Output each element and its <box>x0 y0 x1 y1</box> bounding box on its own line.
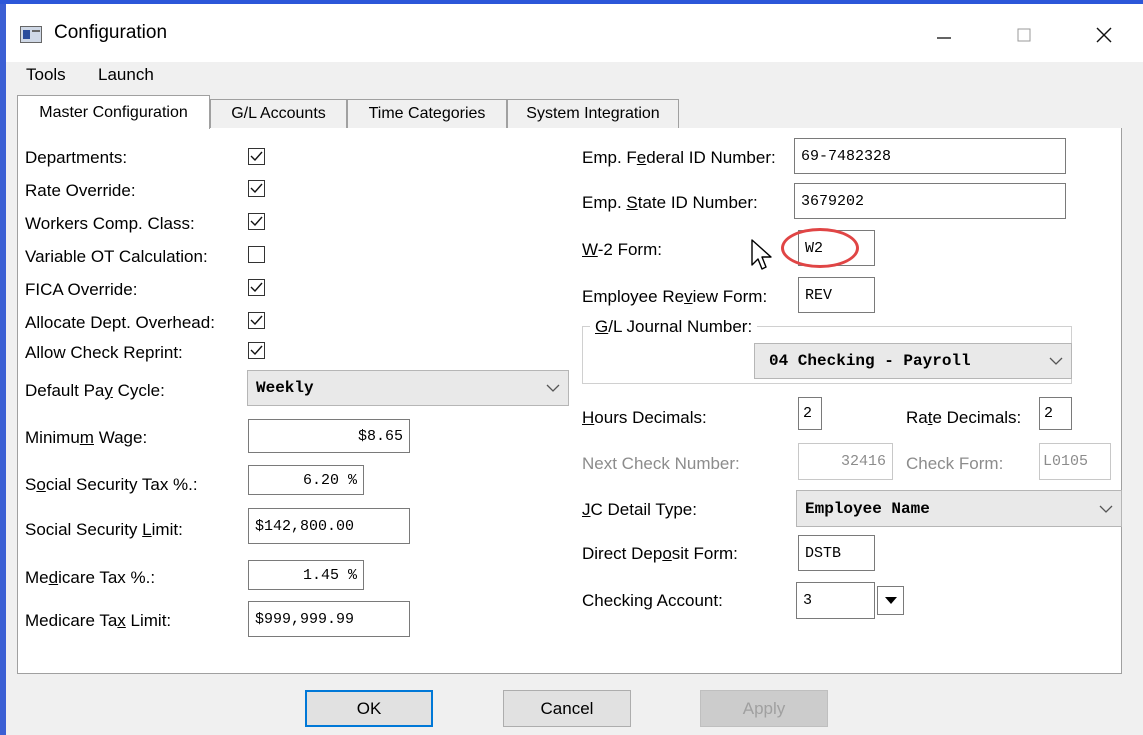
tab-master-configuration[interactable]: Master Configuration <box>17 95 210 129</box>
gl-journal-select[interactable]: 04 Checking - Payroll <box>754 343 1072 379</box>
w2-form-label: W-2 Form: <box>582 240 662 259</box>
menu-bar <box>6 62 1143 92</box>
rate-decimals-label: Rate Decimals: <box>906 408 1022 427</box>
triangle-down-icon <box>884 597 897 604</box>
emp-federal-id-input[interactable]: 69-7482328 <box>794 138 1066 174</box>
medicare-tax-label: Medicare Tax %.: <box>25 568 156 587</box>
allocate-dept-overhead-checkbox[interactable] <box>248 312 265 329</box>
jc-detail-type-select[interactable]: Employee Name <box>796 490 1122 527</box>
ok-button[interactable]: OK <box>305 690 433 727</box>
check-icon <box>250 216 263 227</box>
chevron-down-icon <box>546 384 560 392</box>
cancel-button[interactable]: Cancel <box>503 690 631 727</box>
next-check-number-label: Next Check Number: <box>582 454 740 473</box>
menu-launch[interactable]: Launch <box>98 65 154 85</box>
tab-system-integration[interactable]: System Integration <box>507 99 679 128</box>
hours-decimals-label: Hours Decimals: <box>582 408 707 427</box>
apply-button[interactable]: Apply <box>700 690 828 727</box>
app-icon <box>20 26 42 43</box>
check-icon <box>250 345 263 356</box>
hours-decimals-input[interactable]: 2 <box>798 397 822 430</box>
allocate-dept-overhead-label: Allocate Dept. Overhead: <box>25 313 215 332</box>
close-button[interactable] <box>1081 14 1127 56</box>
gl-journal-label: G/L Journal Number: <box>590 317 758 337</box>
check-icon <box>250 282 263 293</box>
social-security-tax-input[interactable]: 6.20 % <box>248 465 364 495</box>
social-security-tax-label: Social Security Tax %.: <box>25 475 198 494</box>
rate-decimals-input[interactable]: 2 <box>1039 397 1072 430</box>
menu-tools[interactable]: Tools <box>26 65 66 85</box>
emp-state-id-input[interactable]: 3679202 <box>794 183 1066 219</box>
check-icon <box>250 151 263 162</box>
social-security-limit-input[interactable]: $142,800.00 <box>248 508 410 544</box>
tab-gl-accounts[interactable]: G/L Accounts <box>210 99 347 128</box>
highlight-circle <box>781 228 859 268</box>
workers-comp-class-label: Workers Comp. Class: <box>25 214 195 233</box>
emp-state-id-label: Emp. State ID Number: <box>582 193 758 212</box>
title-bar <box>6 4 1143 62</box>
allow-check-reprint-label: Allow Check Reprint: <box>25 343 183 362</box>
minimum-wage-input[interactable]: $8.65 <box>248 419 410 453</box>
departments-checkbox[interactable] <box>248 148 265 165</box>
chevron-down-icon <box>1099 505 1113 513</box>
default-pay-cycle-label: Default Pay Cycle: <box>25 381 165 400</box>
medicare-tax-limit-label: Medicare Tax Limit: <box>25 611 172 630</box>
emp-federal-id-label: Emp. Federal ID Number: <box>582 148 776 167</box>
jc-detail-type-value: Employee Name <box>805 499 930 518</box>
maximize-button[interactable] <box>1001 14 1047 56</box>
next-check-number-input: 32416 <box>798 443 893 480</box>
employee-review-form-input[interactable]: REV <box>798 277 875 313</box>
check-form-label: Check Form: <box>906 454 1004 473</box>
departments-label: Departments: <box>25 148 128 167</box>
check-icon <box>250 183 263 194</box>
checking-account-input[interactable]: 3 <box>796 582 875 619</box>
employee-review-form-label: Employee Review Form: <box>582 287 768 306</box>
variable-ot-calculation-checkbox[interactable] <box>248 246 265 263</box>
direct-deposit-form-label: Direct Deposit Form: <box>582 544 738 563</box>
fica-override-label: FICA Override: <box>25 280 138 299</box>
window-title: Configuration <box>54 22 168 43</box>
jc-detail-type-label: JC Detail Type: <box>582 500 697 519</box>
check-icon <box>250 315 263 326</box>
gl-journal-value: 04 Checking - Payroll <box>769 352 971 370</box>
minimum-wage-label: Minimum Wage: <box>25 428 148 447</box>
direct-deposit-form-input[interactable]: DSTB <box>798 535 875 571</box>
tab-time-categories[interactable]: Time Categories <box>347 99 507 128</box>
social-security-limit-label: Social Security Limit: <box>25 520 183 539</box>
minimize-icon <box>937 37 951 39</box>
allow-check-reprint-checkbox[interactable] <box>248 342 265 359</box>
checking-account-dropdown-button[interactable] <box>877 586 904 615</box>
workers-comp-class-checkbox[interactable] <box>248 213 265 230</box>
rate-override-checkbox[interactable] <box>248 180 265 197</box>
default-pay-cycle-value: Weekly <box>256 379 314 397</box>
default-pay-cycle-select[interactable]: Weekly <box>247 370 569 406</box>
mouse-cursor-icon <box>751 239 772 270</box>
checking-account-label: Checking Account: <box>582 591 723 610</box>
variable-ot-calculation-label: Variable OT Calculation: <box>25 247 208 266</box>
chevron-down-icon <box>1049 357 1063 365</box>
check-form-input: L0105 <box>1039 443 1111 480</box>
rate-override-label: Rate Override: <box>25 181 136 200</box>
window-border <box>0 0 6 735</box>
medicare-tax-input[interactable]: 1.45 % <box>248 560 364 590</box>
medicare-tax-limit-input[interactable]: $999,999.99 <box>248 601 410 637</box>
close-icon <box>1096 27 1112 43</box>
fica-override-checkbox[interactable] <box>248 279 265 296</box>
minimize-button[interactable] <box>921 14 967 56</box>
maximize-icon <box>1017 28 1031 42</box>
